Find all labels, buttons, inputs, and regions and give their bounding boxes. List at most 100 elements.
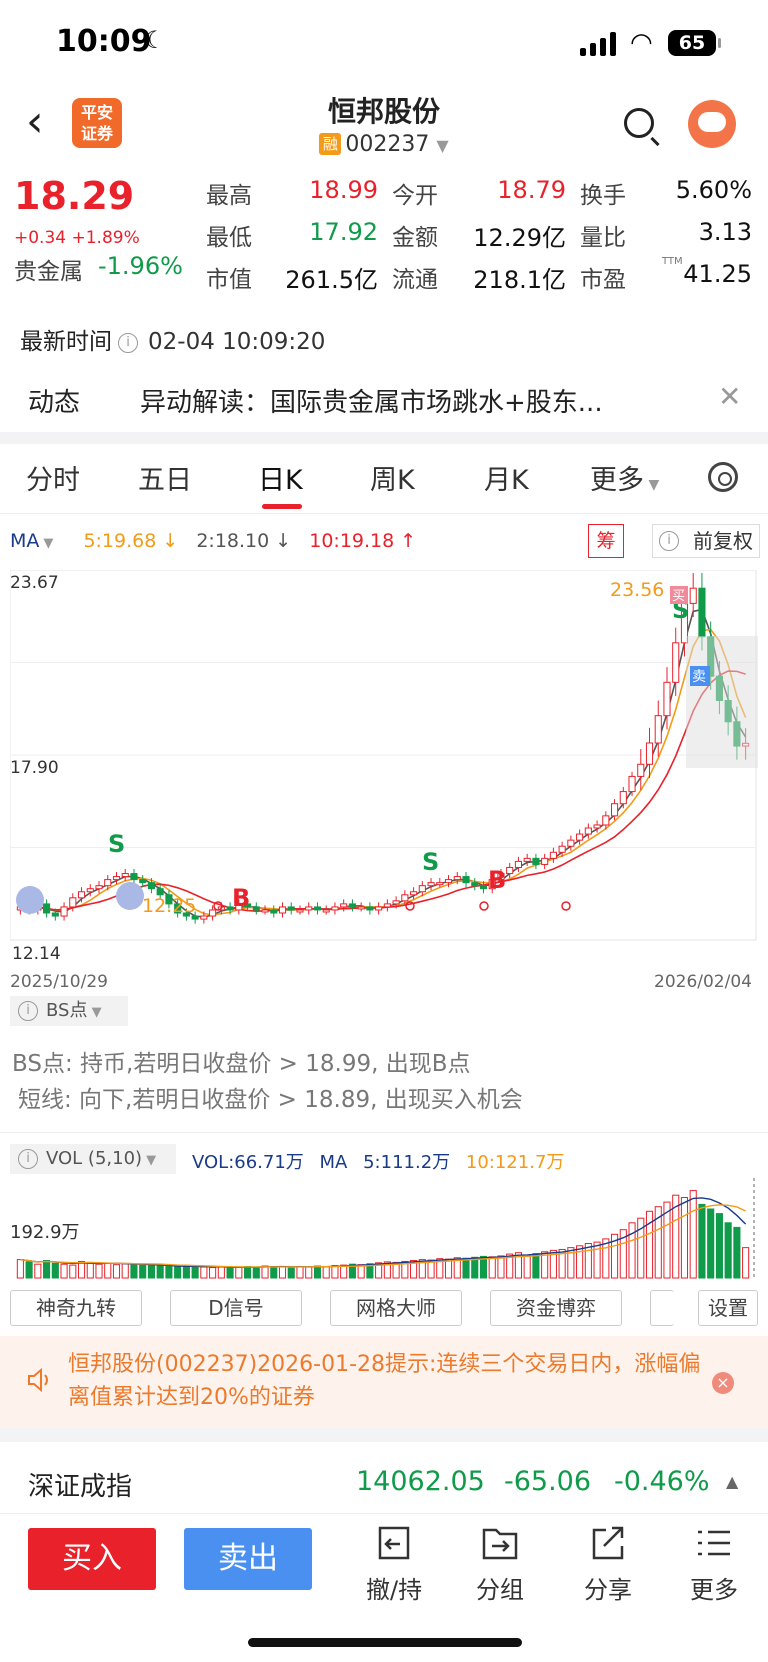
volume-bar <box>532 1253 540 1279</box>
period-tabs: 分时 五日 日K 周K 月K 更多 ▼ <box>0 446 768 514</box>
vol-legend: VOL:66.71万 MA 5:111.2万 10:121.7万 <box>192 1148 574 1174</box>
candle-body <box>523 857 531 862</box>
moon-icon: ☾ <box>144 26 166 54</box>
quote-value: 17.92 <box>309 218 378 246</box>
tab-weekly-k[interactable]: 周K <box>370 458 415 497</box>
vol-axis-label: 192.9万 <box>10 1222 80 1243</box>
signal-mark: S <box>108 830 125 858</box>
battery-icon: 65 <box>668 30 721 56</box>
tab-monthly-k[interactable]: 月K <box>484 458 529 497</box>
volume-bar <box>322 1266 330 1279</box>
candle-body <box>689 587 697 604</box>
volume-bar <box>191 1266 199 1279</box>
candle-body <box>672 642 680 683</box>
search-icon[interactable] <box>624 108 654 138</box>
speaker-icon <box>28 1367 48 1393</box>
ma-label-text: MA <box>10 530 40 552</box>
volume-bar <box>584 1243 592 1279</box>
group-label[interactable]: 分组 <box>476 1570 524 1605</box>
stock-code-line[interactable]: 融 002237 ▼ <box>0 132 768 157</box>
candle-body <box>357 906 365 910</box>
tool-grid-master[interactable]: 网格大师 <box>330 1290 462 1326</box>
divider <box>0 432 768 444</box>
more-label[interactable]: 更多 <box>690 1570 738 1605</box>
buy-button[interactable]: 买入 <box>28 1528 156 1590</box>
latest-time-value: 02-04 10:09:20 <box>148 329 326 355</box>
sell-button[interactable]: 卖出 <box>184 1528 312 1590</box>
volume-chart[interactable] <box>10 1178 758 1284</box>
bs-label: BS点 <box>46 1000 88 1021</box>
close-icon[interactable]: ✕ <box>718 380 741 413</box>
volume-bar <box>270 1266 278 1279</box>
candle-body <box>392 900 400 905</box>
share-icon[interactable] <box>588 1524 628 1562</box>
menu-icon[interactable] <box>694 1524 734 1562</box>
candle-body <box>541 857 549 865</box>
volume-bar <box>217 1266 225 1279</box>
volume-bar <box>724 1222 732 1279</box>
candle-body <box>576 833 584 841</box>
candle-body <box>645 742 654 765</box>
vol-ma5: 5:111.2万 <box>363 1152 451 1173</box>
candle-body <box>637 763 645 777</box>
quote-value: 18.79 <box>497 176 566 204</box>
candle-body <box>401 894 409 902</box>
candle-body <box>593 824 601 829</box>
quote-label: 市盈 <box>580 267 626 293</box>
quote-label: 市值 <box>206 267 252 293</box>
adjust-button[interactable]: i 前复权 <box>652 524 760 558</box>
ma-label[interactable]: MA ▼ <box>10 530 65 552</box>
candle-body <box>410 891 418 896</box>
candle-body <box>663 681 671 717</box>
volume-bar <box>733 1226 741 1279</box>
info-icon[interactable]: i <box>118 333 138 353</box>
vol-dropdown[interactable]: i VOL (5,10) ▼ <box>10 1144 176 1174</box>
assistant-avatar[interactable] <box>688 100 736 148</box>
volume-bar <box>121 1263 129 1279</box>
index-change: -65.06 <box>504 1466 592 1497</box>
candle-body <box>209 909 217 917</box>
ma2-value: 2:18.10 ↓ <box>196 530 292 552</box>
tab-daily-k[interactable]: 日K <box>258 458 303 497</box>
volume-bar <box>471 1256 479 1279</box>
caret-down-icon: ▼ <box>87 1005 102 1020</box>
share-label[interactable]: 分享 <box>584 1570 632 1605</box>
volume-bar <box>34 1263 42 1279</box>
folder-icon[interactable] <box>480 1524 520 1562</box>
tool-nine-turns[interactable]: 神奇九转 <box>10 1290 142 1326</box>
active-tab-indicator <box>262 504 302 509</box>
event-marker <box>405 901 415 911</box>
volume-bar <box>278 1266 287 1279</box>
volume-bar <box>16 1259 24 1279</box>
volume-bar <box>715 1213 723 1279</box>
chip-button[interactable]: 筹 <box>588 524 624 558</box>
volume-bar <box>104 1262 112 1279</box>
news-banner[interactable]: 动态 异动解读：国际贵金属市场跳水+股东... ✕ <box>0 370 768 432</box>
cancel-order-icon[interactable] <box>374 1524 414 1562</box>
tool-capital-game[interactable]: 资金博弈 <box>490 1290 622 1326</box>
tab-more[interactable]: 更多 ▼ <box>590 458 659 497</box>
alert-banner[interactable]: 恒邦股份(002237)2026-01-28提示:连续三个交易日内，涨幅偏离值累… <box>0 1336 768 1428</box>
candle-body <box>532 857 540 865</box>
candle-body <box>322 909 330 913</box>
candle-body <box>348 903 356 908</box>
tool-settings[interactable]: 设置 <box>698 1290 758 1326</box>
gear-icon[interactable] <box>708 462 738 492</box>
volume-bar <box>707 1208 715 1279</box>
tab-five-day[interactable]: 五日 <box>138 458 192 497</box>
sector-label: 贵金属 <box>14 259 83 285</box>
close-icon[interactable]: × <box>712 1372 734 1394</box>
quote-label: 金额 <box>392 225 438 251</box>
candle-body <box>479 885 488 890</box>
tool-d-signal[interactable]: D信号 <box>170 1290 302 1326</box>
bs-dropdown[interactable]: i BS点 ▼ <box>10 996 128 1026</box>
candle-body <box>331 906 339 911</box>
candle-body <box>278 906 287 914</box>
index-ticker[interactable]: 深证成指 14062.05 -65.06 -0.46% ▲ <box>0 1452 768 1514</box>
tool-partial[interactable] <box>650 1290 674 1326</box>
kline-chart[interactable]: 23.5612.25SSBBS买卖 <box>10 570 758 968</box>
caret-up-icon[interactable]: ▲ <box>726 1472 738 1491</box>
cancel-hold-label[interactable]: 撤/持 <box>366 1570 422 1605</box>
info-icon: i <box>18 1001 38 1021</box>
tab-intraday[interactable]: 分时 <box>26 458 80 497</box>
